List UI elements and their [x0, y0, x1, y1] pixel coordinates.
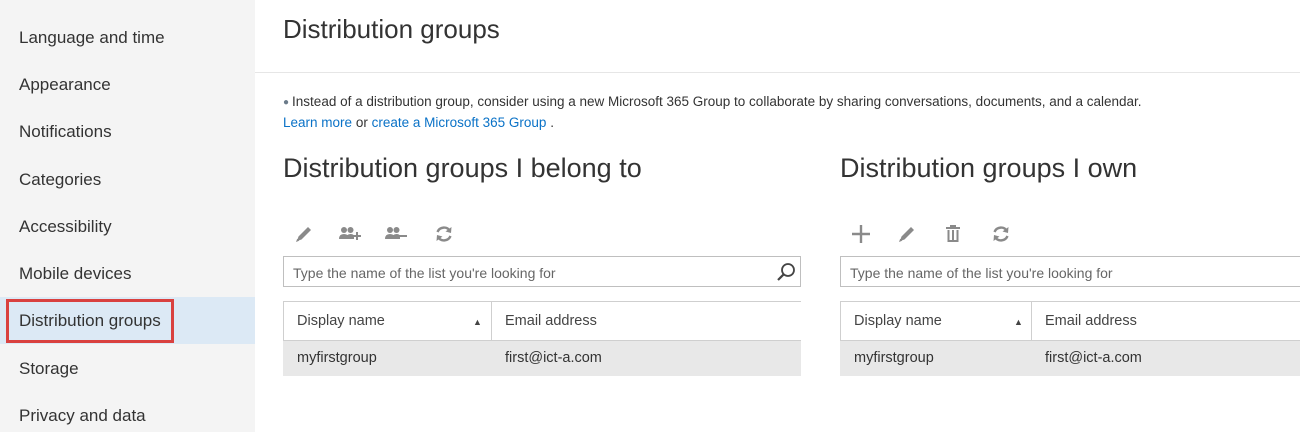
leave-group-icon — [384, 223, 408, 245]
trash-icon — [943, 223, 963, 245]
groups-i-belong-to-title: Distribution groups I belong to — [283, 153, 642, 183]
table-row[interactable]: myfirstgroup first@ict-a.com — [840, 341, 1300, 376]
add-group-button[interactable] — [848, 220, 874, 248]
groups-i-own-title: Distribution groups I own — [840, 153, 1138, 183]
period-text: . — [550, 115, 554, 130]
belong-search-input[interactable] — [284, 257, 775, 288]
sidebar-item-accessibility[interactable]: Accessibility — [0, 203, 255, 250]
info-text: Instead of a distribution group, conside… — [292, 94, 1142, 109]
title-divider — [255, 72, 1300, 73]
table-border — [283, 302, 284, 340]
sidebar-item-mobile-devices[interactable]: Mobile devices — [0, 250, 255, 297]
edit-button[interactable] — [291, 220, 317, 248]
plus-icon — [850, 223, 872, 245]
refresh-icon — [990, 223, 1012, 245]
info-links: Learn more or create a Microsoft 365 Gro… — [283, 115, 554, 130]
own-search-box — [840, 256, 1300, 288]
groups-i-own-panel: Distribution groups I own Display name ▲ — [840, 148, 1300, 376]
settings-sidebar: Language and time Appearance Notificatio… — [0, 0, 255, 432]
groups-i-belong-to-panel: Distribution groups I belong to Type the… — [283, 148, 801, 376]
sidebar-item-label: Notifications — [19, 122, 112, 141]
belong-search-box — [283, 256, 801, 288]
sidebar-item-appearance[interactable]: Appearance — [0, 61, 255, 108]
column-divider — [491, 302, 492, 340]
belong-groups-table: Display name ▲ Email address myfirstgrou… — [283, 301, 801, 376]
table-header: Display name ▲ Email address — [840, 301, 1300, 341]
email-address-column-header[interactable]: Email address — [505, 302, 597, 340]
sidebar-item-notifications[interactable]: Notifications — [0, 108, 255, 155]
sidebar-item-label: Privacy and data — [19, 406, 146, 425]
own-groups-table: Display name ▲ Email address myfirstgrou… — [840, 301, 1300, 376]
delete-button[interactable] — [940, 220, 966, 248]
sort-ascending-icon: ▲ — [473, 317, 482, 327]
refresh-button[interactable] — [988, 220, 1014, 248]
search-icon — [776, 263, 796, 286]
sort-ascending-icon: ▲ — [1014, 317, 1023, 327]
belong-search-button[interactable] — [776, 262, 796, 282]
learn-more-link[interactable]: Learn more — [283, 115, 352, 130]
display-name-cell: myfirstgroup — [297, 350, 377, 366]
edit-button[interactable] — [894, 220, 920, 248]
create-microsoft-365-group-link[interactable]: create a Microsoft 365 Group — [372, 115, 547, 130]
refresh-icon — [433, 223, 455, 245]
sidebar-item-storage[interactable]: Storage — [0, 345, 255, 392]
page-title: Distribution groups — [283, 14, 500, 44]
sidebar-item-label: Mobile devices — [19, 264, 132, 283]
pencil-icon — [293, 223, 315, 245]
join-group-button[interactable] — [337, 220, 363, 248]
pencil-icon — [896, 223, 918, 245]
sidebar-item-label: Language and time — [19, 28, 165, 47]
or-text: or — [355, 115, 368, 130]
sidebar-item-label: Accessibility — [19, 217, 112, 236]
display-name-column-header[interactable]: Display name — [297, 302, 385, 340]
sidebar-item-categories[interactable]: Categories — [0, 156, 255, 203]
info-icon: ● — [283, 97, 290, 108]
sidebar-item-label: Appearance — [19, 75, 111, 94]
email-cell: first@ict-a.com — [505, 350, 602, 366]
sidebar-item-distribution-groups[interactable]: Distribution groups — [0, 297, 255, 344]
email-address-column-header[interactable]: Email address — [1045, 302, 1137, 340]
sidebar-item-label: Distribution groups — [6, 299, 174, 343]
sidebar-item-label: Storage — [19, 359, 79, 378]
sidebar-item-language-and-time[interactable]: Language and time — [0, 14, 255, 61]
leave-group-button[interactable] — [383, 220, 409, 248]
sidebar-item-label: Categories — [19, 170, 102, 189]
email-cell: first@ict-a.com — [1045, 350, 1142, 366]
column-divider — [1031, 302, 1032, 340]
display-name-cell: myfirstgroup — [854, 350, 934, 366]
table-border — [840, 302, 841, 340]
table-header: Display name ▲ Email address — [283, 301, 801, 341]
join-group-icon — [338, 223, 362, 245]
main-content: Distribution groups ● Instead of a distri… — [255, 0, 1300, 432]
own-search-input[interactable] — [841, 257, 1292, 288]
info-message: ● Instead of a distribution group, consid… — [283, 94, 1142, 109]
display-name-column-header[interactable]: Display name — [854, 302, 942, 340]
refresh-button[interactable] — [431, 220, 457, 248]
table-row[interactable]: myfirstgroup first@ict-a.com — [283, 341, 801, 376]
